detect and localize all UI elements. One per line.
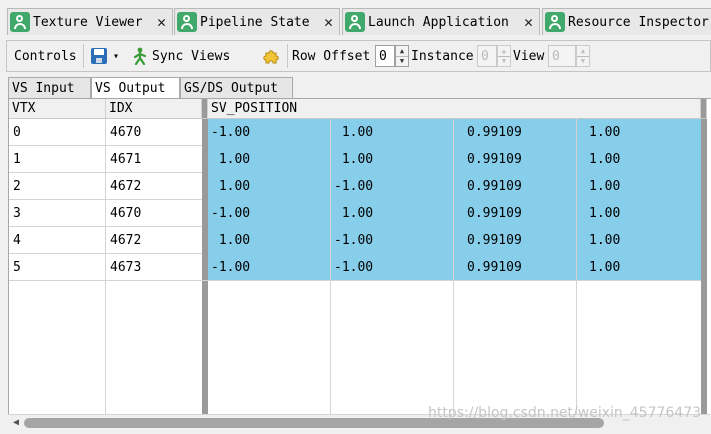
position-z-cell: 0.99109	[467, 124, 522, 140]
position-w-cell: 1.00	[589, 124, 621, 140]
table-row[interactable]: 2 4672 1.00 -1.00 0.99109 1.00	[9, 173, 701, 200]
dropdown-arrow-icon[interactable]: ▾	[113, 51, 119, 62]
tab-label: Resource Inspector	[568, 14, 709, 30]
close-icon[interactable]: ✕	[157, 13, 166, 31]
vtx-cell: 0	[13, 124, 21, 140]
vtx-cell: 1	[13, 151, 21, 167]
position-z-cell: 0.99109	[467, 205, 522, 221]
sync-views-icon	[133, 47, 147, 65]
vtx-cell: 4	[13, 232, 21, 248]
scroll-left-icon[interactable]: ◀	[9, 416, 23, 430]
table-row[interactable]: 4 4672 1.00 -1.00 0.99109 1.00	[9, 227, 701, 254]
pipeline-state-icon	[177, 12, 197, 32]
tab-pipeline-state[interactable]: Pipeline State ✕	[174, 8, 340, 35]
tab-texture-viewer[interactable]: Texture Viewer ✕	[7, 8, 173, 35]
tab-resource-inspector[interactable]: Resource Inspector	[542, 8, 711, 35]
table-row[interactable]: 1 4671 1.00 1.00 0.99109 1.00	[9, 146, 701, 173]
spin-down-icon[interactable]: ▼	[577, 56, 589, 66]
row-offset-spinner[interactable]: ▲ ▼	[395, 45, 409, 67]
position-y-cell: 1.00	[334, 151, 374, 167]
instance-input[interactable]: 0	[477, 45, 497, 67]
position-w-cell: 1.00	[589, 205, 621, 221]
controls-label: Controls	[14, 48, 77, 64]
position-x-cell: 1.00	[211, 178, 251, 194]
instance-label: Instance	[411, 48, 474, 64]
watermark: https://blog.csdn.net/weixin_45776473	[428, 405, 702, 421]
column-header-vtx[interactable]: VTX	[9, 99, 106, 119]
idx-cell: 4671	[110, 151, 142, 167]
row-offset-label: Row Offset	[292, 48, 371, 64]
controls-button[interactable]: Controls	[14, 43, 77, 69]
toolbar-separator	[83, 44, 84, 68]
puzzle-icon	[263, 49, 279, 63]
toolbar: Controls ▾ Sync Views Row Offset 0 ▲ ▼ I…	[6, 40, 711, 72]
view-spinner[interactable]: ▲ ▼	[576, 45, 590, 67]
resource-inspector-icon	[545, 12, 565, 32]
sync-views-button[interactable]: Sync Views	[133, 43, 230, 69]
position-x-cell: -1.00	[211, 205, 251, 221]
position-w-cell: 1.00	[589, 151, 621, 167]
column-divider	[701, 119, 707, 417]
tab-vs-input[interactable]: VS Input	[8, 77, 91, 98]
instance-spinner[interactable]: ▲ ▼	[497, 45, 511, 67]
table-row[interactable]: 3 4670 -1.00 1.00 0.99109 1.00	[9, 200, 701, 227]
spin-down-icon[interactable]: ▼	[396, 56, 408, 66]
table-row[interactable]: 5 4673 -1.00 -1.00 0.99109 1.00	[9, 254, 701, 281]
position-y-cell: 1.00	[334, 205, 374, 221]
tab-label: Texture Viewer	[33, 14, 143, 30]
close-icon[interactable]: ✕	[324, 13, 333, 31]
column-header-sv-position[interactable]: SV_POSITION	[208, 99, 701, 119]
row-divider	[9, 280, 701, 281]
position-z-cell: 0.99109	[467, 151, 522, 167]
idx-cell: 4673	[110, 259, 142, 275]
position-w-cell: 1.00	[589, 178, 621, 194]
position-x-cell: -1.00	[211, 259, 251, 275]
position-z-cell: 0.99109	[467, 259, 522, 275]
position-x-cell: 1.00	[211, 151, 251, 167]
spin-down-icon[interactable]: ▼	[498, 56, 510, 66]
position-y-cell: -1.00	[334, 232, 374, 248]
close-icon[interactable]: ✕	[524, 13, 533, 31]
vtx-cell: 5	[13, 259, 21, 275]
tab-gs-ds-output[interactable]: GS/DS Output	[180, 77, 293, 98]
view-input[interactable]: 0	[548, 45, 576, 67]
tab-launch-application[interactable]: Launch Application ✕	[342, 8, 540, 35]
position-y-cell: -1.00	[334, 178, 374, 194]
toolbar-separator	[287, 44, 288, 68]
position-x-cell: -1.00	[211, 124, 251, 140]
tab-label: Launch Application	[368, 14, 509, 30]
view-label: View	[513, 48, 545, 64]
position-z-cell: 0.99109	[467, 178, 522, 194]
table-row[interactable]: 0 4670 -1.00 1.00 0.99109 1.00	[9, 119, 701, 146]
vertex-data-grid[interactable]: VTX IDX SV_POSITION 0 4670 -1.00 1.00 0.…	[8, 98, 711, 428]
document-tab-bar: Texture Viewer ✕ Pipeline State ✕ Launch…	[0, 8, 711, 35]
tab-label: Pipeline State	[200, 14, 310, 30]
texture-viewer-icon	[10, 12, 30, 32]
position-y-cell: -1.00	[334, 259, 374, 275]
position-z-cell: 0.99109	[467, 232, 522, 248]
idx-cell: 4672	[110, 232, 142, 248]
column-header-idx[interactable]: IDX	[106, 99, 202, 119]
tab-vs-output[interactable]: VS Output	[91, 77, 180, 99]
sync-views-label: Sync Views	[152, 48, 231, 64]
position-w-cell: 1.00	[589, 232, 621, 248]
vtx-cell: 3	[13, 205, 21, 221]
launch-application-icon	[345, 12, 365, 32]
save-icon	[91, 48, 107, 64]
extensions-button[interactable]	[263, 43, 280, 69]
table-body: 0 4670 -1.00 1.00 0.99109 1.00 1 4671 1.…	[9, 119, 701, 281]
idx-cell: 4670	[110, 205, 142, 221]
idx-cell: 4670	[110, 124, 142, 140]
vtx-cell: 2	[13, 178, 21, 194]
position-y-cell: 1.00	[334, 124, 374, 140]
position-x-cell: 1.00	[211, 232, 251, 248]
position-w-cell: 1.00	[589, 259, 621, 275]
save-button[interactable]: ▾	[91, 43, 119, 69]
row-offset-input[interactable]: 0	[375, 45, 395, 67]
column-divider	[701, 99, 707, 119]
idx-cell: 4672	[110, 178, 142, 194]
